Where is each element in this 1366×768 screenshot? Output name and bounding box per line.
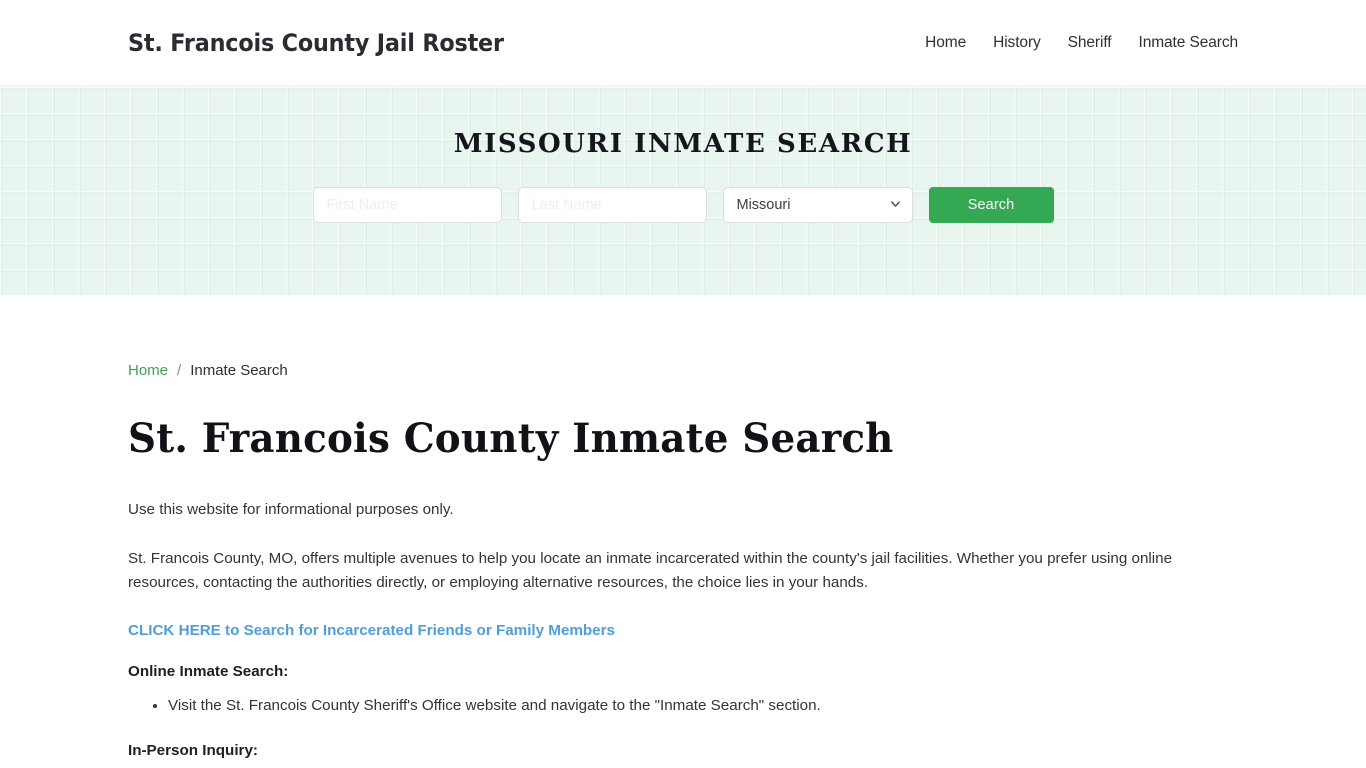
site-brand-title[interactable]: St. Francois County Jail Roster — [128, 29, 504, 57]
hero-title: MISSOURI INMATE SEARCH — [453, 129, 913, 159]
cta-search-link[interactable]: CLICK HERE to Search for Incarcerated Fr… — [128, 622, 615, 639]
main-content: Home / Inmate Search St. Francois County… — [0, 363, 1366, 759]
nav-item-sheriff[interactable]: Sheriff — [1068, 34, 1112, 52]
first-name-input[interactable] — [312, 186, 502, 223]
state-select[interactable]: Missouri — [722, 186, 913, 223]
description-paragraph: St. Francois County, MO, offers multiple… — [128, 549, 1173, 592]
nav-item-inmate-search[interactable]: Inmate Search — [1138, 34, 1238, 52]
online-inmate-search-list: Visit the St. Francois County Sheriff's … — [128, 694, 1238, 719]
search-button[interactable]: Search — [928, 186, 1054, 223]
list-item: Visit the St. Francois County Sheriff's … — [168, 694, 1238, 719]
breadcrumb-item-home[interactable]: Home — [128, 363, 168, 378]
breadcrumb-separator: / — [177, 362, 182, 379]
in-person-inquiry-label: In-Person Inquiry: — [128, 741, 258, 759]
nav-item-history[interactable]: History — [993, 34, 1041, 52]
breadcrumb-item-current: Inmate Search — [190, 362, 288, 379]
online-inmate-search-label: Online Inmate Search: — [128, 662, 289, 680]
nav-item-home[interactable]: Home — [925, 34, 966, 52]
intro-paragraph: Use this website for informational purpo… — [128, 501, 454, 518]
main-navigation: Home History Sheriff Inmate Search — [925, 34, 1238, 52]
site-header: St. Francois County Jail Roster Home His… — [0, 0, 1366, 86]
last-name-input[interactable] — [517, 186, 707, 223]
hero-search-section: MISSOURI INMATE SEARCH Missouri Search — [0, 86, 1366, 295]
page-title: St. Francois County Inmate Search — [128, 415, 894, 462]
breadcrumb: Home / Inmate Search — [128, 363, 1238, 378]
state-select-wrapper: Missouri — [722, 186, 913, 223]
inmate-search-form: Missouri Search — [312, 186, 1054, 223]
